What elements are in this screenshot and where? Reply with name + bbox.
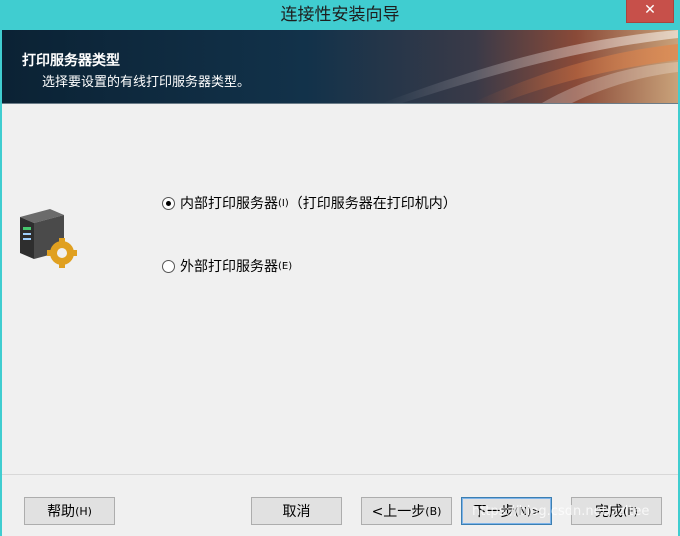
printer-gear-icon [20,209,77,268]
back-button[interactable]: <上一步 (B) [361,497,452,525]
back-button-accel: (B) [425,504,442,518]
back-button-label: <上一步 [371,504,426,520]
header-divider [2,103,678,104]
option-internal-note: （打印服务器在打印机内） [288,196,457,212]
radio-external[interactable] [162,259,175,273]
header-title: 打印服务器类型 [22,53,120,69]
cancel-button[interactable]: 取消 [251,497,342,525]
close-button[interactable]: ✕ [626,0,674,23]
cancel-button-label: 取消 [282,504,311,520]
option-external-label: 外部打印服务器 [180,259,278,275]
wizard-header: 打印服务器类型 选择要设置的有线打印服务器类型。 [2,30,678,103]
option-internal-accel: (I) [278,197,289,209]
title-bar: 连接性安装向导 ✕ [0,0,680,30]
option-external-print-server[interactable]: 外部打印服务器 (E) [162,256,292,276]
help-button-label: 帮助 [47,504,76,520]
help-button-accel: (H) [75,504,92,518]
window-frame-left [0,30,2,536]
button-bar-divider [2,474,678,475]
watermark-text: https://blog.csdn.net/zzltee [472,504,650,519]
window-title: 连接性安装向导 [280,5,400,25]
option-external-accel: (E) [278,260,293,272]
help-button[interactable]: 帮助 (H) [24,497,115,525]
radio-internal[interactable] [162,196,175,210]
option-internal-label: 内部打印服务器 [180,196,278,212]
header-subtitle: 选择要设置的有线打印服务器类型。 [42,75,251,90]
option-internal-print-server[interactable]: 内部打印服务器 (I) （打印服务器在打印机内） [162,193,457,213]
